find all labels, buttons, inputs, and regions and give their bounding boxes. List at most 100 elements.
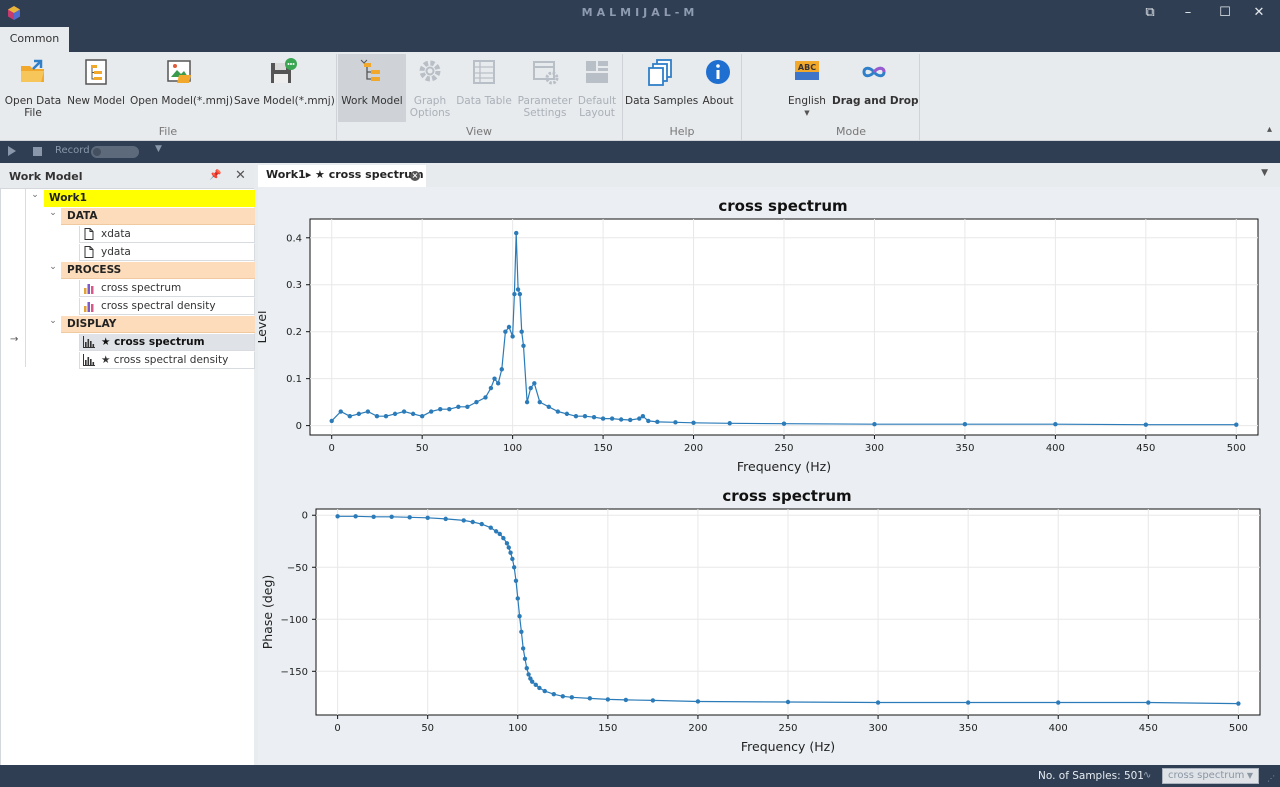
tree-group-display[interactable]: DISPLAY (61, 316, 255, 333)
tree-item-xdata[interactable]: xdata (79, 226, 255, 243)
work-model-button[interactable]: Work Model (338, 54, 406, 122)
about-button[interactable]: About (698, 54, 738, 122)
play-icon[interactable] (8, 146, 16, 156)
data-point (438, 406, 443, 412)
data-point (371, 514, 376, 520)
tree-item-label: cross spectrum (101, 282, 182, 294)
data-point (532, 381, 537, 386)
resize-grip-icon[interactable]: ⋰ (1267, 774, 1275, 783)
plot-area: cross spectrum 0 50 100 150 200 250 300 350 400 4… (258, 187, 1280, 765)
default-layout-button[interactable]: Default Layout (576, 54, 618, 122)
drag-drop-infinity-icon (862, 66, 886, 78)
data-point (1143, 422, 1149, 427)
open-data-file-button[interactable]: Open Data File (4, 54, 62, 122)
data-table-button[interactable]: Data Table (456, 54, 512, 122)
group-label-file: File (158, 125, 178, 138)
data-point (506, 324, 512, 330)
y-tick-label: −100 (281, 615, 308, 626)
close-panel-icon[interactable]: ✕ (235, 168, 246, 183)
tab-common[interactable]: Common (0, 27, 69, 52)
data-point (510, 556, 515, 562)
data-point (506, 545, 511, 550)
data-point (560, 694, 566, 699)
x-tick-label: 50 (416, 443, 429, 454)
group-label-view: View (465, 125, 493, 138)
record-toggle[interactable] (91, 146, 139, 158)
graph-options-button[interactable]: Graph Options (408, 54, 452, 122)
drag-and-drop-button[interactable]: Drag and Drop (832, 54, 919, 122)
group-separator (336, 54, 337, 140)
work-model-panel: Work Model 📌 ✕ ⌄ Work1 ⌄ DATA xdata ydat… (0, 163, 258, 765)
collapse-toggle-icon[interactable]: ⌄ (47, 316, 59, 333)
tree-item-display-cross-spectral-density[interactable]: ★ cross spectral density (79, 352, 255, 369)
collapse-toggle-icon[interactable]: ⌄ (47, 262, 59, 279)
data-point (591, 414, 597, 420)
pin-icon[interactable]: 📌 (209, 170, 221, 181)
parameter-settings-button[interactable]: Parameter Settings (516, 54, 574, 122)
x-tick-label: 350 (955, 443, 974, 454)
data-point (781, 421, 787, 426)
record-dropdown-caret-icon[interactable]: ▼ (155, 144, 162, 154)
data-point (495, 381, 501, 386)
data-point (872, 422, 877, 427)
drag-and-drop-label: Drag and Drop (832, 95, 919, 107)
close-tab-icon[interactable]: × (410, 171, 420, 181)
stop-icon[interactable] (33, 147, 42, 156)
data-samples-icon (648, 59, 672, 86)
save-model-button[interactable]: Save Model(*.mmj) (234, 54, 335, 122)
close-window-icon[interactable]: ✕ (1249, 4, 1269, 22)
document-menu-caret-icon[interactable]: ▼ (1261, 168, 1268, 178)
data-point (456, 404, 461, 410)
chart-title-phase: cross spectrum (722, 487, 852, 505)
tree-item-display-cross-spectrum[interactable]: ★ cross spectrum (79, 334, 255, 351)
collapse-ribbon-icon[interactable]: ▴ (1267, 124, 1272, 135)
data-point (600, 416, 606, 421)
data-point (508, 550, 513, 555)
open-model-button[interactable]: Open Model(*.mmj) (130, 54, 233, 122)
data-point (407, 515, 412, 520)
tree-group-data[interactable]: DATA (61, 208, 255, 225)
data-point (389, 514, 394, 520)
work-model-label: Work Model (341, 95, 403, 107)
collapse-toggle-icon[interactable]: ⌄ (47, 208, 59, 225)
new-model-button[interactable]: New Model (66, 54, 126, 122)
data-point (582, 414, 588, 419)
data-point (504, 541, 510, 546)
y-tick-label: 0.1 (286, 374, 302, 385)
collapse-toggle-icon[interactable]: ⌄ (29, 190, 41, 207)
data-samples-button[interactable]: Data Samples (625, 54, 698, 122)
data-point (479, 521, 484, 527)
display-select[interactable]: cross spectrum ▼ (1162, 768, 1259, 784)
english-language-button[interactable]: ABC English ▼ (784, 54, 830, 122)
x-tick-label: 450 (1136, 443, 1155, 454)
tree-node-work1[interactable]: Work1 (44, 190, 255, 207)
about-label: About (702, 95, 734, 107)
data-point (522, 656, 528, 662)
data-point (564, 411, 570, 417)
x-tick-label: 100 (503, 443, 522, 454)
x-axis-label: Frequency (Hz) (737, 459, 831, 474)
maximize-icon[interactable]: ☐ (1215, 4, 1235, 22)
tree-item-process-cross-spectral-density[interactable]: cross spectral density (79, 298, 255, 315)
data-point (546, 404, 552, 410)
x-tick-label: 400 (1046, 443, 1065, 454)
tree-item-ydata[interactable]: ydata (79, 244, 255, 261)
parameter-settings-icon (533, 61, 559, 85)
restore-layout-icon[interactable]: ⧉ (1140, 4, 1160, 22)
data-point (965, 700, 971, 705)
bar-chart-icon (84, 302, 94, 312)
phase-chart: 0 50 100 150 200 250 300 350 400 450 500 0 −50 −100 −1… (260, 508, 1261, 754)
english-dropdown-caret-icon[interactable]: ▼ (784, 107, 830, 119)
group-label-mode: Mode (836, 125, 866, 138)
tree-item-process-cross-spectrum[interactable]: cross spectrum (79, 280, 255, 297)
data-point (519, 329, 524, 334)
data-point (695, 699, 701, 704)
data-point (470, 519, 475, 525)
tree-group-process[interactable]: PROCESS (61, 262, 255, 279)
save-model-label: Save Model(*.mmj) (234, 95, 335, 107)
document-tab[interactable]: Work1▸ ★ cross spectrum × (258, 165, 426, 187)
data-point (533, 682, 538, 688)
y-axis-label: Level (258, 311, 269, 344)
minimize-icon[interactable]: – (1178, 4, 1198, 22)
tree-item-label: ★ cross spectrum (101, 336, 205, 348)
